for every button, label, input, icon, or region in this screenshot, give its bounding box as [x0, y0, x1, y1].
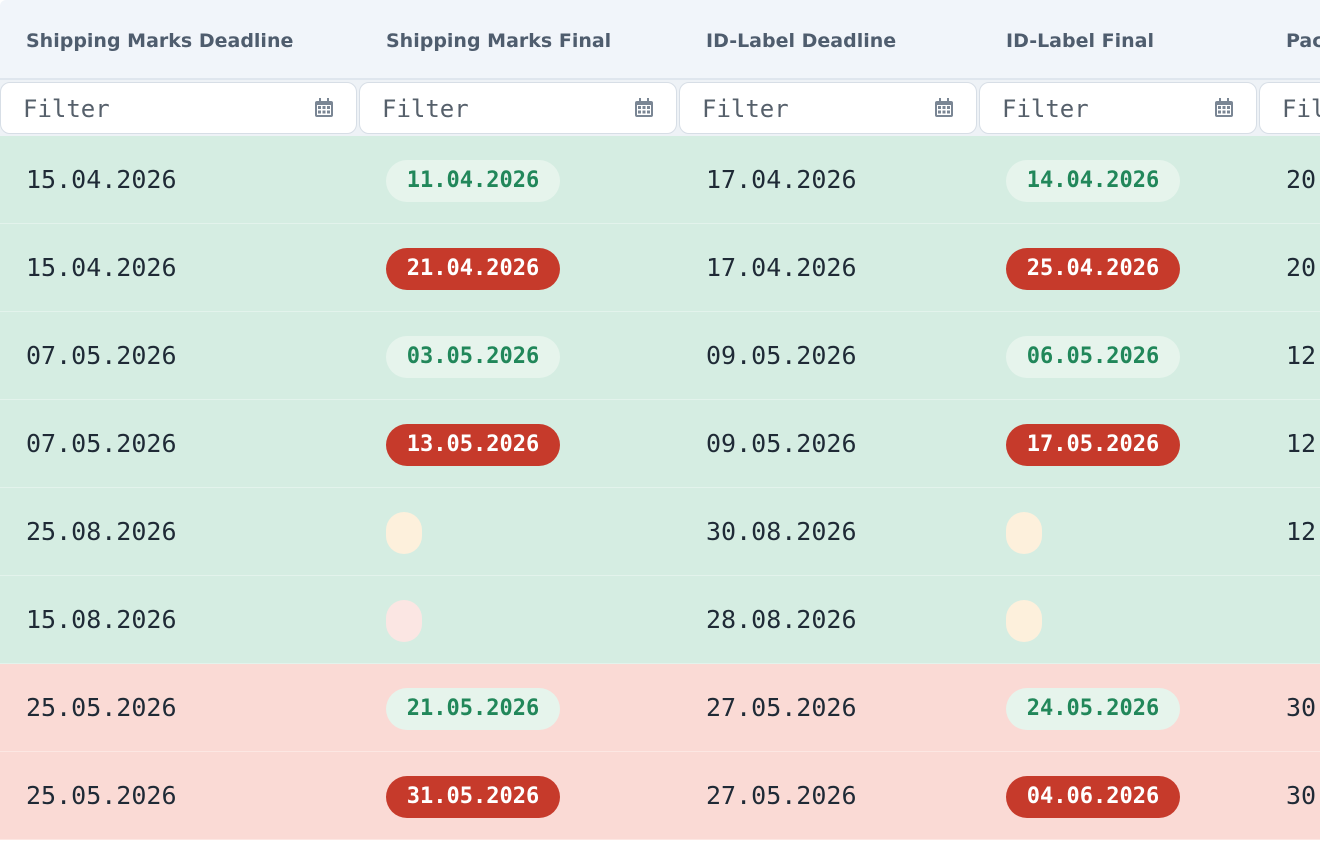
cell-shipping-marks-deadline: 25.08.2026 — [26, 517, 177, 546]
table-row[interactable]: 15.08.2026 28.08.2026 — [0, 576, 1320, 664]
cell-shipping-marks-deadline: 15.08.2026 — [26, 605, 177, 634]
cell-shipping-marks-deadline: 15.04.2026 — [26, 165, 177, 194]
calendar-icon[interactable] — [1213, 97, 1235, 119]
grid-header: Shipping Marks Deadline Shipping Marks F… — [0, 0, 1320, 80]
cell-shipping-marks-deadline: 25.05.2026 — [26, 781, 177, 810]
date-badge-shipping-marks-final: 21.05.2026 — [386, 688, 560, 730]
cell-id-label-deadline: 17.04.2026 — [706, 253, 857, 282]
date-badge-id-label-final: 14.04.2026 — [1006, 160, 1180, 202]
date-badge-id-label-final — [1006, 512, 1042, 554]
date-badge-shipping-marks-final — [386, 600, 422, 642]
filter-input-shipping-marks-final[interactable]: Filter — [359, 82, 677, 134]
filter-input-shipping-marks-deadline[interactable]: Filter — [0, 82, 357, 134]
column-header-packing[interactable]: Pac — [1286, 0, 1320, 80]
filter-placeholder: Filter — [1002, 95, 1089, 123]
cell-shipping-marks-deadline: 15.04.2026 — [26, 253, 177, 282]
cell-packing: 20 — [1286, 165, 1317, 194]
date-badge-shipping-marks-final: 31.05.2026 — [386, 776, 560, 818]
cell-id-label-deadline: 09.05.2026 — [706, 341, 857, 370]
column-header-id-label-final[interactable]: ID-Label Final — [1006, 0, 1154, 80]
table-row[interactable]: 25.05.2026 21.05.2026 27.05.2026 24.05.2026… — [0, 664, 1320, 752]
filter-placeholder: Filter — [23, 95, 110, 123]
cell-id-label-deadline: 17.04.2026 — [706, 165, 857, 194]
cell-id-label-deadline: 09.05.2026 — [706, 429, 857, 458]
filter-placeholder: Filter — [702, 95, 789, 123]
date-badge-shipping-marks-final: 21.04.2026 — [386, 248, 560, 290]
cell-packing: 30 — [1286, 693, 1317, 722]
filter-input-packing[interactable]: Fil — [1259, 82, 1320, 134]
filter-input-id-label-deadline[interactable]: Filter — [679, 82, 977, 134]
calendar-icon[interactable] — [933, 97, 955, 119]
table-row[interactable]: 15.04.2026 21.04.2026 17.04.2026 25.04.2026… — [0, 224, 1320, 312]
calendar-icon[interactable] — [633, 97, 655, 119]
data-grid: Shipping Marks Deadline Shipping Marks F… — [0, 0, 1320, 860]
column-header-shipping-marks-final[interactable]: Shipping Marks Final — [386, 0, 611, 80]
date-badge-shipping-marks-final: 13.05.2026 — [386, 424, 560, 466]
date-badge-shipping-marks-final — [386, 512, 422, 554]
cell-id-label-deadline: 28.08.2026 — [706, 605, 857, 634]
cell-shipping-marks-deadline: 07.05.2026 — [26, 429, 177, 458]
cell-id-label-deadline: 27.05.2026 — [706, 781, 857, 810]
table-row[interactable]: 25.05.2026 31.05.2026 27.05.2026 04.06.2026… — [0, 752, 1320, 840]
cell-packing: 20 — [1286, 253, 1317, 282]
date-badge-id-label-final: 06.05.2026 — [1006, 336, 1180, 378]
date-badge-shipping-marks-final: 11.04.2026 — [386, 160, 560, 202]
table-row[interactable]: 07.05.2026 03.05.2026 09.05.2026 06.05.2026… — [0, 312, 1320, 400]
date-badge-id-label-final: 04.06.2026 — [1006, 776, 1180, 818]
date-badge-id-label-final: 24.05.2026 — [1006, 688, 1180, 730]
table-row[interactable]: 15.04.2026 11.04.2026 17.04.2026 14.04.2026… — [0, 136, 1320, 224]
column-header-shipping-marks-deadline[interactable]: Shipping Marks Deadline — [26, 0, 293, 80]
cell-packing: 30 — [1286, 781, 1317, 810]
cell-id-label-deadline: 30.08.2026 — [706, 517, 857, 546]
date-badge-id-label-final: 17.05.2026 — [1006, 424, 1180, 466]
cell-shipping-marks-deadline: 25.05.2026 — [26, 693, 177, 722]
column-header-id-label-deadline[interactable]: ID-Label Deadline — [706, 0, 896, 80]
table-row[interactable]: 25.08.2026 30.08.2026 12 — [0, 488, 1320, 576]
date-badge-shipping-marks-final: 03.05.2026 — [386, 336, 560, 378]
filter-placeholder: Fil — [1282, 95, 1320, 123]
filter-placeholder: Filter — [382, 95, 469, 123]
date-badge-id-label-final: 25.04.2026 — [1006, 248, 1180, 290]
filter-row: Filter Filter Filter Filter Fil — [0, 80, 1320, 136]
table-row[interactable]: 07.05.2026 13.05.2026 09.05.2026 17.05.2026… — [0, 400, 1320, 488]
cell-id-label-deadline: 27.05.2026 — [706, 693, 857, 722]
filter-input-id-label-final[interactable]: Filter — [979, 82, 1257, 134]
cell-shipping-marks-deadline: 07.05.2026 — [26, 341, 177, 370]
calendar-icon[interactable] — [313, 97, 335, 119]
date-badge-id-label-final — [1006, 600, 1042, 642]
cell-packing: 12 — [1286, 341, 1317, 370]
cell-packing: 12 — [1286, 429, 1317, 458]
cell-packing: 12 — [1286, 517, 1317, 546]
